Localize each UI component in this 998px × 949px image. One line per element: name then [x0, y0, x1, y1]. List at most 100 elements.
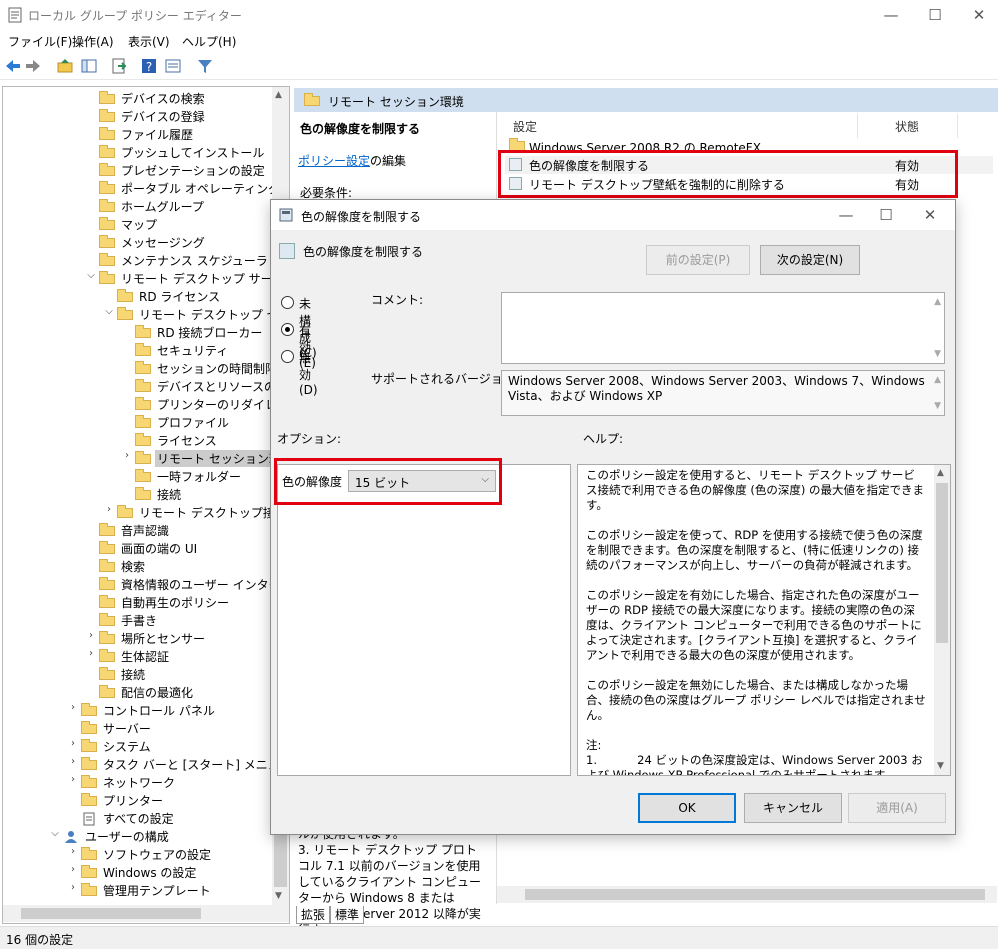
folder-icon: [99, 595, 115, 608]
user-config-icon: [63, 830, 79, 843]
navigation-tree: デバイスの検索 デバイスの登録 ファイル履歴 プッシュしてインストール プレゼンテーショ…: [2, 86, 290, 924]
folder-icon: [135, 361, 151, 374]
status-bar: 16 個の設定: [0, 926, 998, 949]
tree-item-label: リモート デスクトップ サービス: [121, 272, 290, 286]
up-folder-icon[interactable]: [56, 57, 74, 75]
tree-item-label: 自動再生のポリシー: [121, 596, 230, 610]
right-pane-header-label: リモート セッション環境: [328, 95, 464, 109]
tree-item-label: 管理用テンプレート: [103, 884, 211, 898]
tree-item-label: ユーザーの構成: [85, 830, 169, 844]
tree-item-label: コントロール パネル: [103, 704, 215, 718]
folder-icon: [99, 163, 115, 176]
options-panel: 色の解像度 15 ビット ⌵: [277, 464, 571, 776]
previous-setting-button[interactable]: 前の設定(P): [646, 245, 750, 275]
chevron-down-icon[interactable]: ⌵: [103, 306, 115, 317]
edit-policy-suffix: の編集: [370, 154, 407, 168]
tree-item-label: デバイスの登録: [121, 110, 205, 124]
back-icon[interactable]: [4, 57, 22, 75]
supported-label: サポートされるバージョン:: [371, 372, 519, 386]
folder-icon: [81, 793, 97, 806]
options-label: オプション:: [277, 432, 342, 446]
chevron-right-icon[interactable]: ›: [67, 702, 79, 713]
dialog-close-button[interactable]: ✕: [915, 204, 945, 226]
folder-icon: [99, 217, 115, 230]
chevron-right-icon[interactable]: ›: [67, 882, 79, 893]
chevron-down-icon[interactable]: ⌵: [85, 270, 97, 281]
tree-item-label: 生体認証: [121, 650, 170, 664]
folder-icon: [99, 649, 115, 662]
policy-setting-icon: [279, 243, 295, 259]
chevron-down-icon[interactable]: ⌵: [49, 828, 61, 839]
list-horizontal-scrollbar[interactable]: [497, 886, 997, 903]
chevron-right-icon[interactable]: ›: [67, 756, 79, 767]
folder-icon: [117, 505, 133, 518]
next-setting-button[interactable]: 次の設定(N): [760, 245, 860, 275]
comment-textarea[interactable]: ▲ ▼: [501, 292, 945, 364]
menu-file[interactable]: ファイル(F): [8, 33, 72, 50]
menu-action[interactable]: 操作(A): [72, 33, 114, 50]
tree-item-label: 一時フォルダー: [157, 470, 242, 484]
folder-icon: [99, 109, 115, 122]
maximize-button[interactable]: ☐: [920, 4, 950, 26]
apply-button[interactable]: 適用(A): [848, 793, 946, 823]
help-scrollbar[interactable]: ▲ ▼: [934, 465, 950, 775]
folder-icon: [99, 199, 115, 212]
properties-icon[interactable]: [164, 57, 182, 75]
folder-icon: [99, 631, 115, 644]
folder-icon: [81, 721, 97, 734]
minimize-button[interactable]: —: [876, 4, 906, 26]
col-setting[interactable]: 設定: [513, 118, 537, 135]
tree-item-label: リモート デスクトップ接続のクライ: [139, 506, 289, 520]
folder-icon: [81, 703, 97, 716]
tree-item-label: マップ: [121, 218, 158, 232]
folder-icon: [99, 253, 115, 266]
col-state[interactable]: 状態: [895, 118, 919, 135]
folder-icon: [99, 145, 115, 158]
folder-icon: [117, 307, 133, 320]
tree-item-label: 音声認識: [121, 524, 170, 538]
ok-button[interactable]: OK: [638, 793, 736, 823]
menu-bar: ファイル(F) 操作(A) 表示(V) ヘルプ(H): [0, 30, 998, 52]
chevron-right-icon[interactable]: ›: [67, 846, 79, 857]
close-button[interactable]: ✕: [964, 4, 994, 26]
folder-icon: [99, 91, 115, 104]
chevron-right-icon[interactable]: ›: [121, 450, 133, 461]
tree-horizontal-scrollbar[interactable]: [3, 905, 289, 922]
chevron-right-icon[interactable]: ›: [67, 738, 79, 749]
supported-versions-box: Windows Server 2008、Windows Server 2003、…: [501, 370, 945, 416]
export-list-icon[interactable]: [110, 57, 128, 75]
filter-icon[interactable]: [196, 57, 214, 75]
edit-policy-link[interactable]: ポリシー設定: [298, 154, 370, 168]
tree-item-label: プロファイル: [157, 416, 230, 430]
chevron-right-icon[interactable]: ›: [67, 774, 79, 785]
menu-help[interactable]: ヘルプ(H): [182, 33, 236, 50]
chevron-right-icon[interactable]: ›: [67, 864, 79, 875]
dialog-minimize-button[interactable]: —: [831, 204, 861, 226]
toolbar: ?: [0, 52, 998, 80]
highlight-box-options: [274, 458, 502, 505]
chevron-right-icon[interactable]: ›: [103, 504, 115, 515]
folder-icon: [99, 613, 115, 626]
dialog-maximize-button[interactable]: ☐: [871, 204, 901, 226]
folder-icon: [99, 523, 115, 536]
folder-icon: [135, 451, 151, 464]
show-hide-tree-icon[interactable]: [80, 57, 98, 75]
chevron-right-icon[interactable]: ›: [85, 648, 97, 659]
tree-item-label: ポータブル オペレーティング システム: [121, 182, 289, 196]
menu-view[interactable]: 表示(V): [128, 33, 170, 50]
view-tabs: 拡張 標準: [296, 906, 365, 924]
folder-icon: [117, 289, 133, 302]
window-title: ローカル グループ ポリシー エディター: [28, 9, 242, 23]
tree-item-label: 検索: [121, 560, 146, 574]
tree-item-label: プリンター: [103, 794, 164, 808]
forward-icon[interactable]: [24, 57, 42, 75]
tab-extended[interactable]: 拡張: [296, 906, 331, 924]
cancel-button[interactable]: キャンセル: [744, 793, 842, 823]
chevron-right-icon[interactable]: ›: [85, 630, 97, 641]
tree-item-label: RD ライセンス: [139, 290, 221, 304]
highlight-box-list: [498, 150, 958, 198]
help-icon[interactable]: ?: [140, 57, 158, 75]
tab-standard[interactable]: 標準: [330, 906, 365, 924]
folder-icon: [99, 541, 115, 554]
folder-icon: [135, 397, 151, 410]
